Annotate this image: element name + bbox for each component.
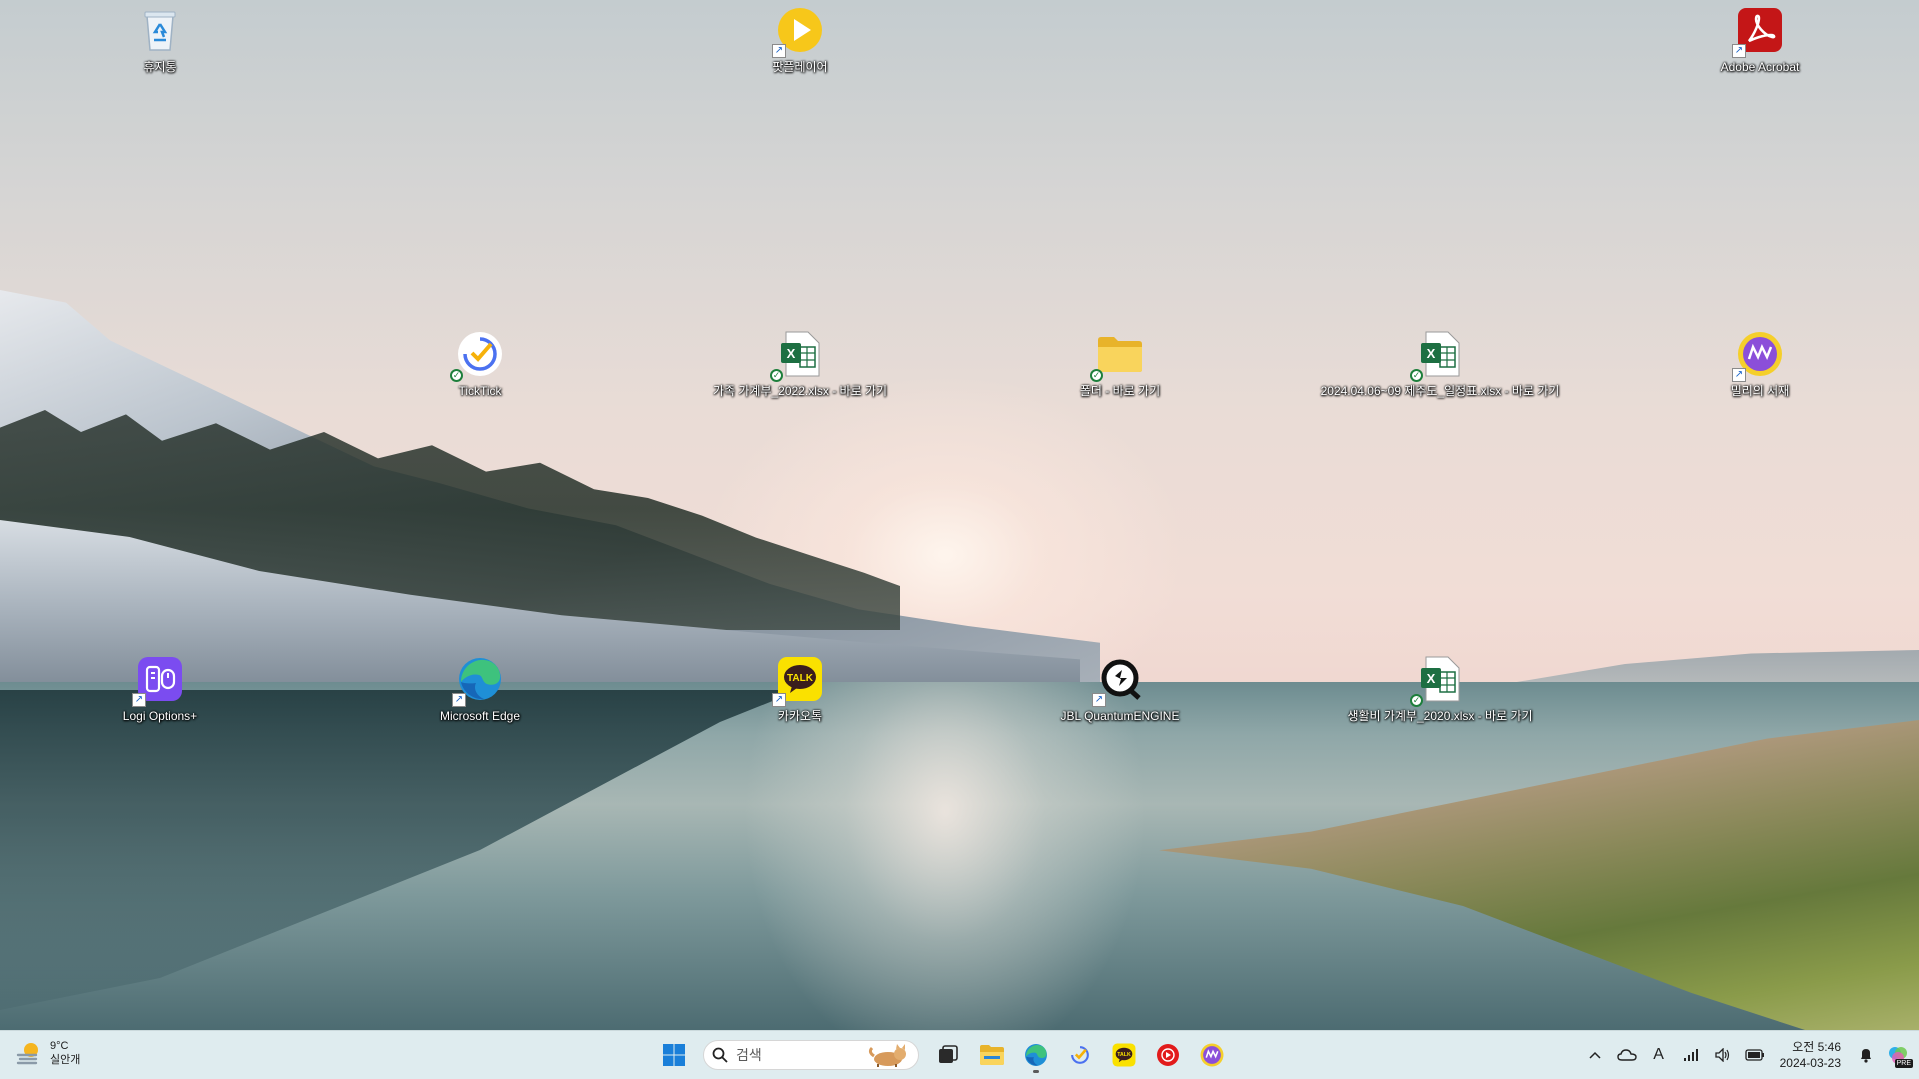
edge-icon [1025, 1044, 1047, 1066]
ticktick-icon: ✓ [450, 330, 504, 382]
weather-temperature: 9°C [50, 1040, 69, 1052]
taskbar-edge[interactable] [1017, 1036, 1055, 1074]
svg-text:TALK: TALK [1117, 1052, 1131, 1058]
desktop-icon-label: 밀리의 서재 [1730, 384, 1790, 398]
recycle-bin-icon [136, 6, 184, 54]
desktop-icon-millie[interactable]: ↗ 밀리의 서재 [1660, 330, 1860, 399]
svg-text:X: X [787, 346, 796, 361]
onedrive-cloud-icon[interactable] [1616, 1044, 1638, 1066]
adobe-acrobat-icon: ↗ [1732, 6, 1784, 58]
desktop-icon-potplayer[interactable]: ↗ 팟플레이어 [700, 6, 900, 75]
wallpaper-far-hill [1499, 650, 1919, 685]
shortcut-arrow-icon: ↗ [1092, 693, 1106, 707]
weather-widget[interactable]: 9°C 실안개 [16, 1039, 80, 1067]
excel-file-icon: X ✓ [770, 330, 824, 382]
desktop-icon-label: 2024.04.06~09 제주도_일정표.xlsx - 바로 가기 [1320, 384, 1560, 398]
excel-file-icon: X ✓ [1410, 330, 1464, 382]
desktop-icon-label: Logi Options+ [122, 709, 198, 723]
svg-text:X: X [1427, 671, 1436, 686]
shortcut-arrow-icon: ↗ [772, 693, 786, 707]
system-tray: A 오전 5:46 2024-03-23 PRE [1584, 1031, 1919, 1079]
shortcut-arrow-icon: ↗ [1732, 368, 1746, 382]
desktop-icon-logi-options[interactable]: ↗ Logi Options+ [60, 655, 260, 724]
sync-check-icon: ✓ [450, 369, 463, 382]
taskbar-millie[interactable] [1193, 1036, 1231, 1074]
start-button[interactable] [655, 1036, 693, 1074]
desktop-icon-label: 팟플레이어 [772, 60, 828, 74]
desktop-icon-label: 폴더 - 바로 가기 [1079, 384, 1161, 398]
desktop-icon-xlsx-2024[interactable]: X ✓ 2024.04.06~09 제주도_일정표.xlsx - 바로 가기 [1321, 330, 1559, 399]
search-icon [712, 1047, 728, 1063]
notification-bell-icon[interactable] [1855, 1044, 1877, 1066]
desktop-icon-recycle-bin[interactable]: 휴지통 [60, 6, 260, 75]
svg-text:TALK: TALK [787, 673, 814, 684]
desktop-icon-label: 가족 가계부_2022.xlsx - 바로 가기 [712, 384, 888, 398]
desktop-icon-jbl-quantumengine[interactable]: ↗ JBL QuantumENGINE [1020, 655, 1220, 724]
weather-description: 실안개 [50, 1054, 81, 1066]
desktop-icon-label: Adobe Acrobat [1720, 60, 1800, 74]
potplayer-icon: ↗ [772, 6, 824, 58]
taskbar-apps: 검색 TALK [655, 1036, 1231, 1074]
sync-check-icon: ✓ [1410, 694, 1423, 707]
folder-icon: ✓ [1090, 330, 1144, 382]
desktop-icon-label: 카카오톡 [777, 709, 823, 723]
edge-icon: ↗ [452, 655, 504, 707]
taskbar-youtube-music[interactable] [1149, 1036, 1187, 1074]
millie-icon: ↗ [1732, 330, 1784, 382]
svg-text:X: X [1427, 346, 1436, 361]
jbl-quantum-icon: ↗ [1092, 655, 1144, 707]
shortcut-arrow-icon: ↗ [452, 693, 466, 707]
desktop-icon-adobe-acrobat[interactable]: ↗ Adobe Acrobat [1660, 6, 1860, 75]
shortcut-arrow-icon: ↗ [1732, 44, 1746, 58]
show-hidden-icons-chevron-up-icon[interactable] [1584, 1044, 1606, 1066]
sync-check-icon: ✓ [1090, 369, 1103, 382]
network-signal-icon[interactable] [1680, 1044, 1702, 1066]
desktop-icon-xlsx-2022[interactable]: X ✓ 가족 가계부_2022.xlsx - 바로 가기 [700, 330, 900, 399]
volume-speaker-icon[interactable] [1712, 1044, 1734, 1066]
search-highlight-cat-icon [868, 1044, 906, 1067]
desktop-icon-label: 생활비 가계부_2020.xlsx - 바로 가기 [1347, 709, 1533, 723]
desktop-icon-xlsx-2020[interactable]: X ✓ 생활비 가계부_2020.xlsx - 바로 가기 [1340, 655, 1540, 724]
sync-check-icon: ✓ [1410, 369, 1423, 382]
task-view-icon [939, 1045, 958, 1063]
kakaotalk-icon: TALK [1112, 1043, 1136, 1067]
desktop-icon-kakaotalk[interactable]: TALK ↗ 카카오톡 [700, 655, 900, 724]
desktop-icon-microsoft-edge[interactable]: ↗ Microsoft Edge [380, 655, 580, 724]
taskbar-kakaotalk[interactable]: TALK [1105, 1036, 1143, 1074]
millie-icon [1200, 1043, 1224, 1067]
desktop-icon-ticktick[interactable]: ✓ TickTick [380, 330, 580, 399]
taskbar-ticktick[interactable] [1061, 1036, 1099, 1074]
battery-charging-icon[interactable] [1744, 1044, 1766, 1066]
sync-check-icon: ✓ [770, 369, 783, 382]
kakaotalk-icon: TALK ↗ [772, 655, 824, 707]
taskbar-file-explorer[interactable] [973, 1036, 1011, 1074]
windows-logo-icon [663, 1044, 685, 1066]
copilot-pre-badge: PRE [1894, 1059, 1913, 1068]
desktop-icon-label: 휴지통 [143, 60, 177, 74]
ticktick-icon [1071, 1046, 1089, 1064]
clock-time: 오전 5:46 [1792, 1040, 1841, 1054]
shortcut-arrow-icon: ↗ [772, 44, 786, 58]
desktop-icon-label: TickTick [458, 384, 502, 398]
taskbar: 9°C 실안개 검색 TALK A 오전 5:46 2024-03-23 PRE [0, 1030, 1919, 1079]
youtube-music-icon [1157, 1044, 1179, 1066]
desktop-icon-label: Microsoft Edge [439, 709, 521, 723]
shortcut-arrow-icon: ↗ [132, 693, 146, 707]
desktop-icon-folder[interactable]: ✓ 폴더 - 바로 가기 [1020, 330, 1220, 399]
desktop-icon-label: JBL QuantumENGINE [1060, 709, 1180, 723]
running-indicator [1033, 1070, 1039, 1073]
excel-file-icon: X ✓ [1410, 655, 1464, 707]
weather-fog-icon [16, 1043, 38, 1065]
ime-indicator[interactable]: A [1648, 1044, 1670, 1066]
logi-options-icon: ↗ [132, 655, 184, 707]
search-placeholder: 검색 [736, 1047, 762, 1063]
clock-date: 2024-03-23 [1779, 1056, 1841, 1070]
copilot-icon[interactable]: PRE [1887, 1044, 1913, 1068]
taskbar-search-box[interactable]: 검색 [703, 1040, 919, 1070]
file-explorer-icon [980, 1045, 1004, 1065]
task-view-button[interactable] [929, 1036, 967, 1074]
taskbar-clock[interactable]: 오전 5:46 2024-03-23 [1780, 1039, 1841, 1071]
